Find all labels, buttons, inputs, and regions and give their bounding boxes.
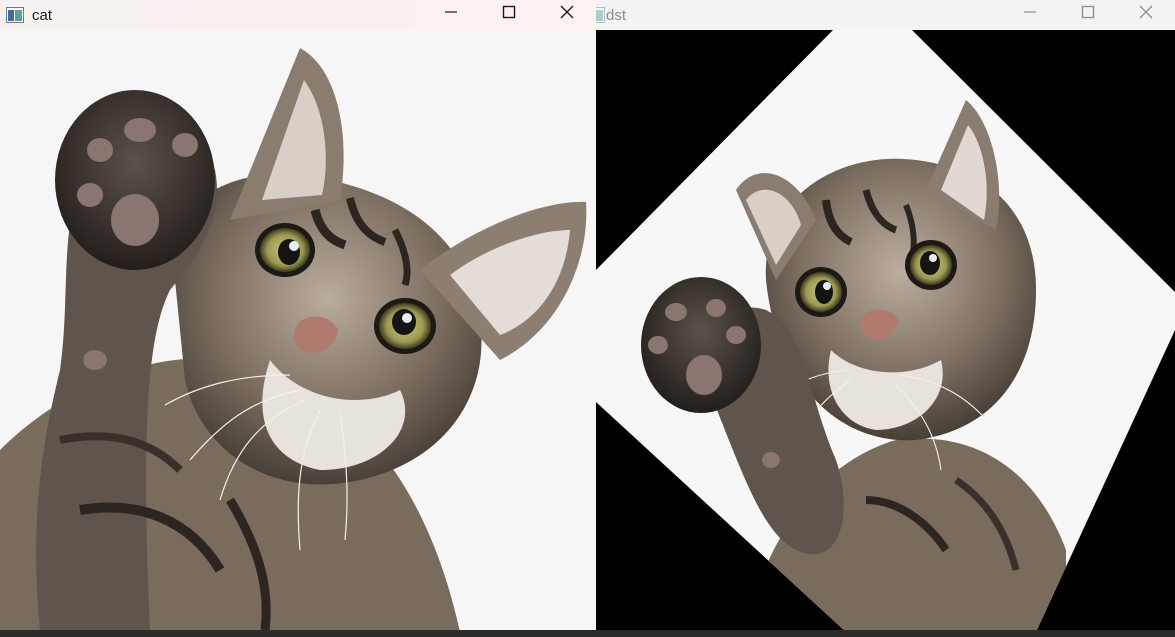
opencv-window-icon (5, 5, 25, 25)
maximize-button[interactable] (480, 0, 538, 24)
minimize-icon (1024, 11, 1036, 13)
window-controls (1001, 0, 1175, 30)
cat-image (0, 48, 587, 632)
minimize-button[interactable] (422, 0, 480, 24)
close-icon (1139, 5, 1153, 19)
dst-title-bar[interactable]: dst (596, 0, 1175, 30)
dst-window[interactable]: dst (596, 0, 1175, 632)
maximize-button[interactable] (1059, 0, 1117, 24)
window-title: dst (606, 6, 627, 24)
taskbar (0, 630, 1175, 637)
opencv-window-icon (596, 5, 606, 25)
minimize-button[interactable] (1001, 0, 1059, 24)
maximize-icon (502, 5, 516, 19)
cat-window[interactable]: cat (0, 0, 597, 632)
window-controls (422, 0, 596, 30)
close-button[interactable] (538, 0, 596, 24)
minimize-icon (445, 11, 457, 13)
rotated-cat-image (596, 30, 1175, 632)
dst-image-canvas[interactable] (596, 30, 1175, 632)
close-button[interactable] (1117, 0, 1175, 24)
maximize-icon (1081, 5, 1095, 19)
window-title: cat (32, 6, 53, 24)
close-icon (560, 5, 574, 19)
desktop: cat dst (0, 0, 1175, 637)
cat-image-canvas[interactable] (0, 30, 596, 632)
cat-title-bar[interactable]: cat (0, 0, 596, 30)
